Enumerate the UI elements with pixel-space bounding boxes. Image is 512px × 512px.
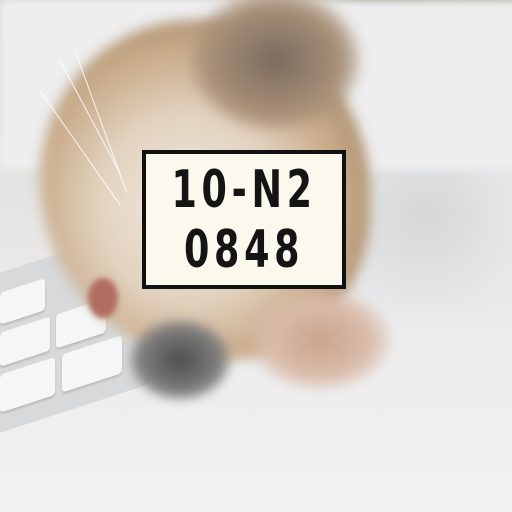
plate-line-2: 0848 xyxy=(183,219,305,280)
keyboard-key xyxy=(0,356,55,413)
keyboard-key xyxy=(0,316,50,367)
kitten-chin xyxy=(130,320,230,400)
plate-line-1: 10-N2 xyxy=(171,159,317,220)
keyboard-key xyxy=(0,278,45,325)
license-plate: 10-N2 0848 xyxy=(142,150,346,289)
keyboard-key xyxy=(62,335,122,393)
kitten-nose xyxy=(88,278,118,318)
kitten-ear xyxy=(250,290,390,390)
